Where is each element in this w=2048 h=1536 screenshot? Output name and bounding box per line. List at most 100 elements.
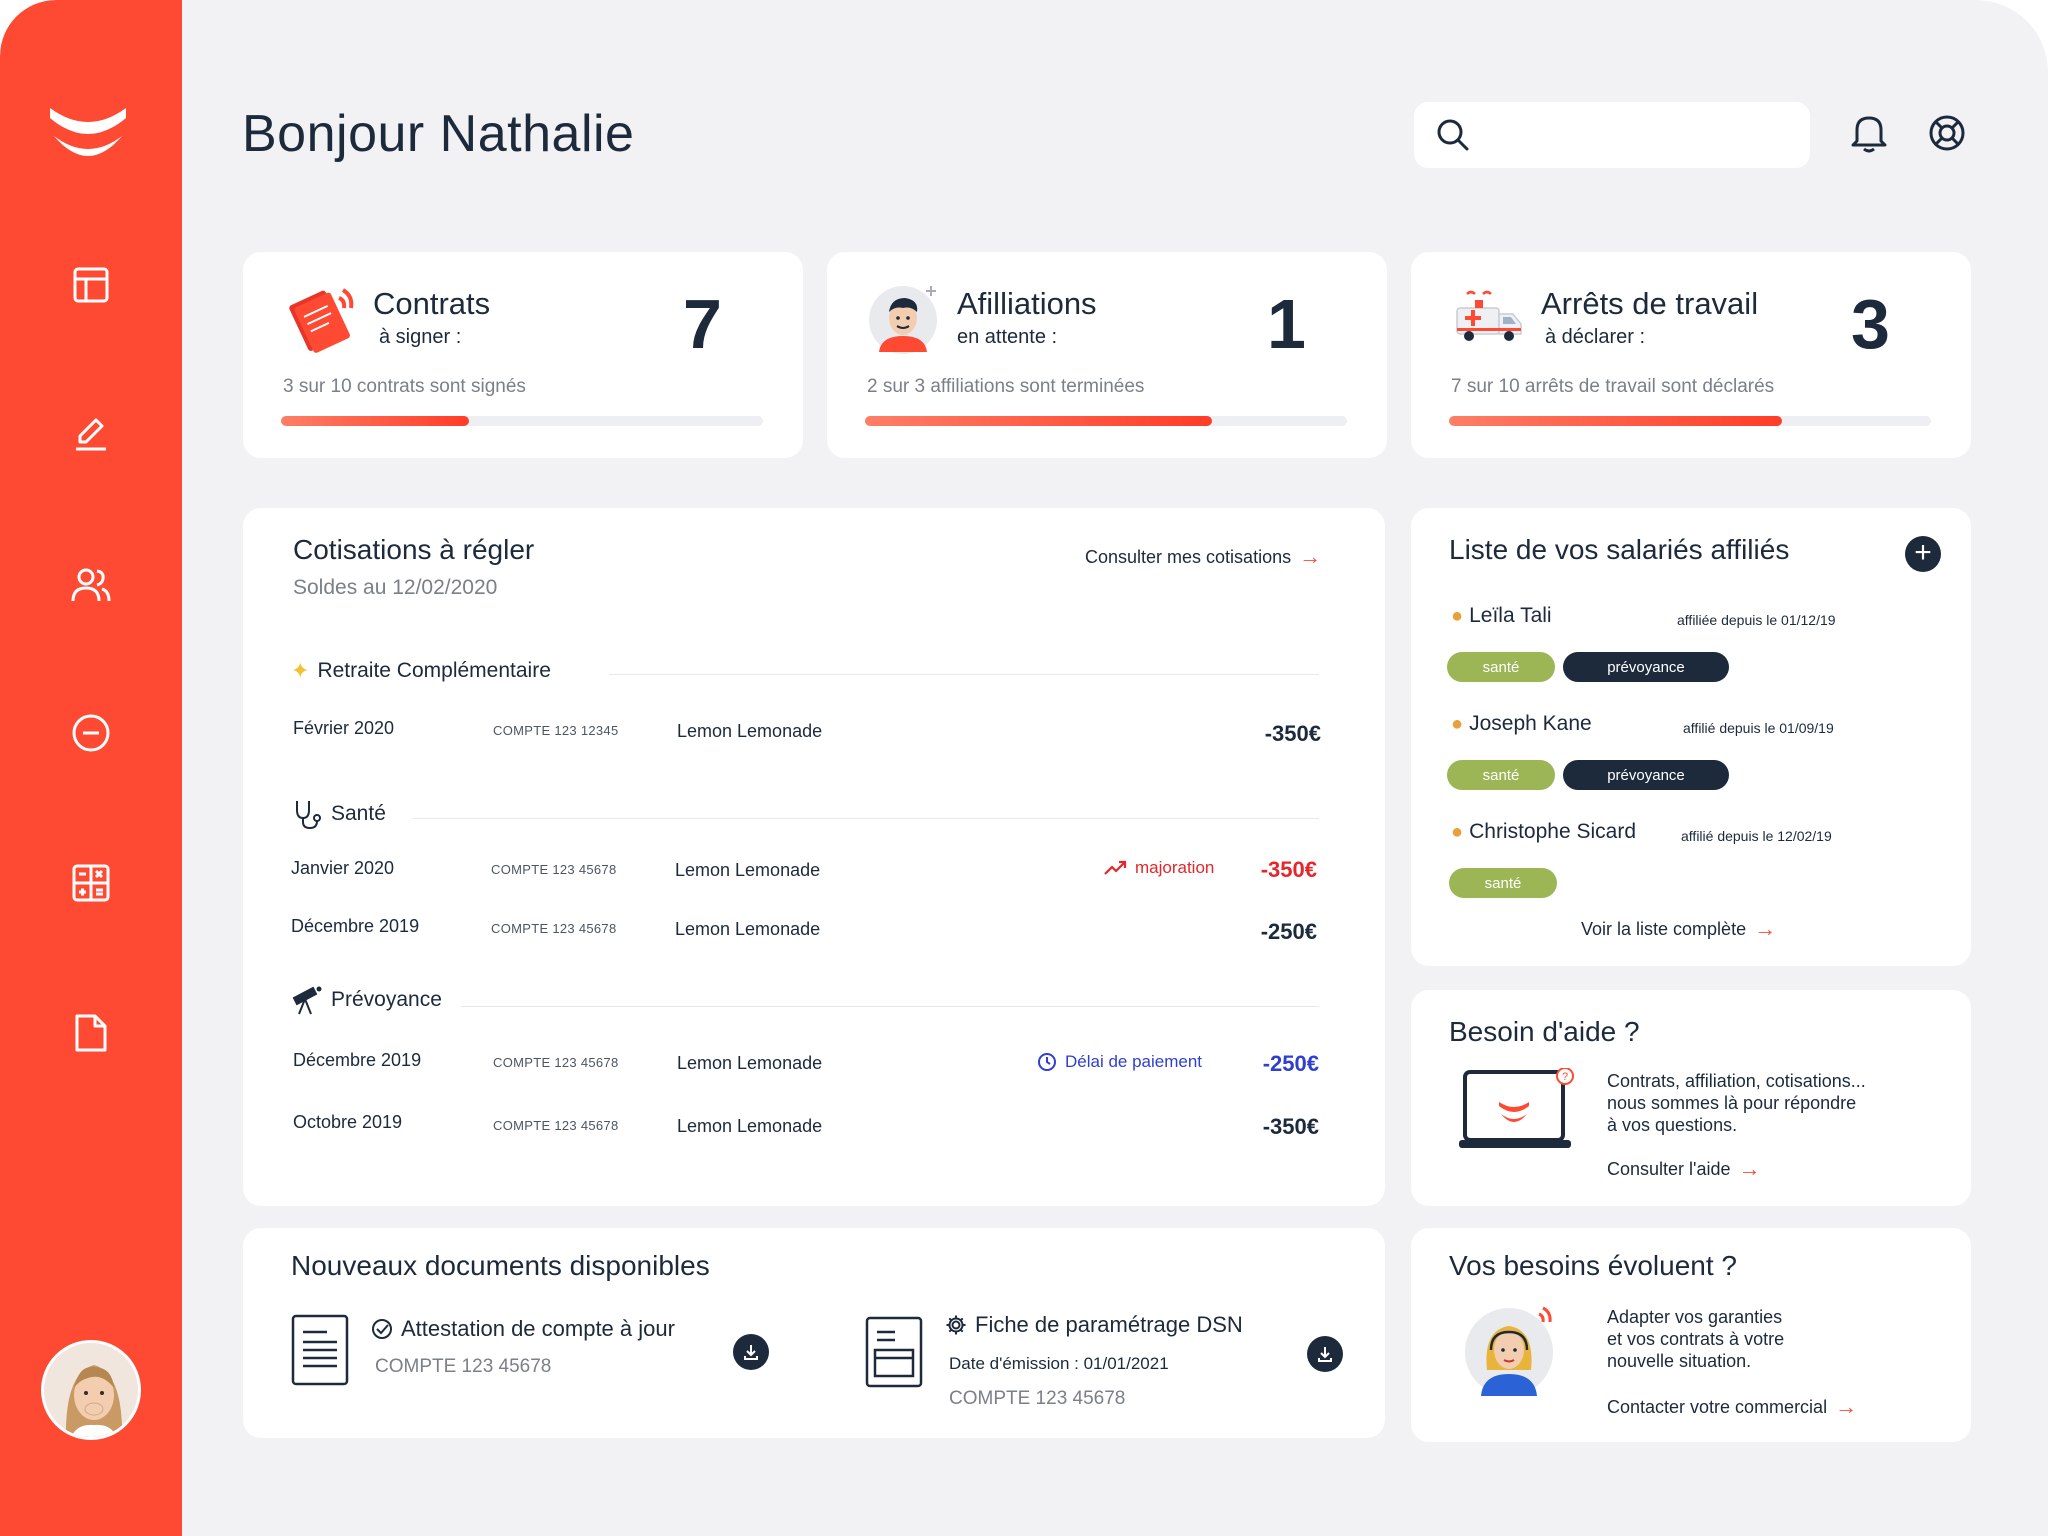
arrow-right-icon: →: [1299, 544, 1322, 569]
nav-users-icon[interactable]: [70, 564, 112, 606]
notification-bell-icon[interactable]: [1848, 112, 1890, 154]
document-icon: [291, 1314, 349, 1386]
search-icon: [1437, 119, 1469, 151]
consulter-cotisations-link[interactable]: Consulter mes cotisations →: [1085, 544, 1321, 570]
laptop-icon: ?: [1459, 1068, 1574, 1148]
progress-fill: [281, 416, 469, 426]
stat-description: 2 sur 3 affiliations sont terminées: [867, 376, 1145, 397]
employee-name-label: Leïla Tali: [1469, 604, 1552, 627]
row-account: COMPTE 123 45678: [493, 1055, 619, 1070]
stat-count: 3: [1851, 285, 1890, 363]
row-date: Janvier 2020: [291, 858, 395, 878]
group-label: Santé: [331, 802, 386, 825]
group-title-retraite: ✦ Retraite Complémentaire: [291, 658, 551, 684]
tag-sante[interactable]: santé: [1447, 760, 1555, 790]
download-icon: [744, 1345, 758, 1360]
nav-calculator-icon[interactable]: [70, 862, 112, 904]
link-label: Consulter l'aide: [1607, 1158, 1731, 1179]
download-icon: [1318, 1347, 1332, 1362]
group-label: Prévoyance: [331, 988, 442, 1011]
stat-card-arrets[interactable]: Arrêts de travail à déclarer : 3 7 sur 1…: [1411, 252, 1971, 458]
nav-edit-icon[interactable]: [70, 412, 112, 454]
consulter-aide-link[interactable]: Consulter l'aide →: [1607, 1156, 1761, 1182]
document-title-label: Attestation de compte à jour: [401, 1316, 675, 1341]
employee-name[interactable]: ● Christophe Sicard: [1451, 820, 1636, 844]
group-title-sante: Santé: [291, 798, 386, 830]
tag-sante[interactable]: santé: [1447, 652, 1555, 682]
svg-text:?: ?: [1562, 1071, 1568, 1083]
row-amount: -350€: [1260, 857, 1317, 882]
nav-document-icon[interactable]: [70, 1012, 112, 1054]
employee-since: affilié depuis le 12/02/19: [1681, 828, 1832, 844]
help-lifebuoy-icon[interactable]: [1926, 112, 1968, 154]
row-account: COMPTE 123 45678: [493, 1118, 619, 1133]
document-account: COMPTE 123 45678: [375, 1356, 552, 1377]
stat-count: 1: [1267, 285, 1306, 363]
majoration-tag: majoration: [1103, 858, 1214, 878]
download-button[interactable]: [733, 1334, 769, 1370]
stat-card-contrats[interactable]: Contrats à signer : 7 3 sur 10 contrats …: [243, 252, 803, 458]
brand-logo: [50, 108, 126, 156]
needs-card: Vos besoins évoluent ? Adapter vos garan…: [1411, 1228, 1971, 1442]
document-account: COMPTE 123 45678: [949, 1388, 1126, 1409]
employee-name[interactable]: ● Joseph Kane: [1451, 712, 1592, 736]
search-bar[interactable]: [1414, 102, 1810, 168]
arrow-right-icon: →: [1738, 1156, 1761, 1181]
contacter-commercial-link[interactable]: Contacter votre commercial →: [1607, 1394, 1857, 1420]
help-text: Contrats, affiliation, cotisations... no…: [1607, 1070, 1866, 1136]
row-account: COMPTE 123 45678: [491, 921, 617, 936]
sidebar: [0, 0, 182, 1536]
employee-name-label: Christophe Sicard: [1469, 820, 1637, 843]
nav-minus-circle-icon[interactable]: [70, 712, 112, 754]
needs-title: Vos besoins évoluent ?: [1449, 1250, 1737, 1281]
add-salarie-button[interactable]: +: [1905, 536, 1941, 572]
row-company: Lemon Lemonade: [677, 721, 823, 741]
employee-since: affiliée depuis le 01/12/19: [1677, 612, 1836, 628]
stethoscope-icon: [296, 801, 321, 830]
nav-dashboard-icon[interactable]: [70, 264, 112, 306]
user-avatar[interactable]: [41, 1340, 141, 1440]
help-line: à vos questions.: [1607, 1115, 1738, 1135]
sparkles-icon: ✦: [291, 658, 310, 683]
stat-description: 3 sur 10 contrats sont signés: [283, 376, 526, 397]
help-line: nous sommes là pour répondre: [1607, 1093, 1857, 1113]
row-date: Décembre 2019: [293, 1050, 422, 1070]
stat-subtitle: à signer :: [379, 326, 462, 348]
employee-name[interactable]: ● Leïla Tali: [1451, 604, 1552, 628]
stat-subtitle: à déclarer :: [1545, 326, 1646, 348]
needs-text: Adapter vos garanties et vos contrats à …: [1607, 1306, 1784, 1372]
contract-document-icon: [289, 288, 354, 353]
document-title[interactable]: Fiche de paramétrage DSN: [945, 1312, 1243, 1338]
employee-since: affilié depuis le 01/09/19: [1683, 720, 1834, 736]
progress-bar: [865, 416, 1347, 426]
help-title: Besoin d'aide ?: [1449, 1016, 1640, 1047]
group-title-prevoyance: Prévoyance: [291, 984, 442, 1016]
salaries-title: Liste de vos salariés affiliés: [1449, 534, 1790, 565]
stat-title: Afilliations: [957, 286, 1097, 321]
needs-line: Adapter vos garanties: [1607, 1307, 1783, 1327]
documents-title: Nouveaux documents disponibles: [291, 1250, 710, 1281]
link-label: Contacter votre commercial: [1607, 1396, 1828, 1417]
document-title[interactable]: Attestation de compte à jour: [371, 1316, 675, 1342]
row-account: COMPTE 123 12345: [493, 723, 619, 738]
commercial-avatar: [1465, 1306, 1553, 1396]
download-button[interactable]: [1307, 1336, 1343, 1372]
link-label: Consulter mes cotisations: [1085, 546, 1292, 567]
row-amount: -350€: [1262, 1114, 1319, 1139]
arrow-right-icon: →: [1835, 1394, 1858, 1419]
search-input[interactable]: [1484, 123, 1784, 147]
divider: [461, 1006, 1319, 1007]
progress-bar: [281, 416, 763, 426]
person-avatar-icon: [869, 286, 937, 354]
cotisations-subtitle: Soldes au 12/02/2020: [293, 576, 498, 599]
voir-liste-link[interactable]: Voir la liste complète →: [1581, 916, 1776, 942]
link-label: Voir la liste complète: [1581, 918, 1747, 939]
tag-sante[interactable]: santé: [1449, 868, 1557, 898]
progress-fill: [865, 416, 1213, 426]
tag-prevoyance[interactable]: prévoyance: [1563, 652, 1729, 682]
tag-prevoyance[interactable]: prévoyance: [1563, 760, 1729, 790]
row-date: Décembre 2019: [291, 916, 420, 936]
row-company: Lemon Lemonade: [677, 1116, 823, 1136]
stat-title: Contrats: [373, 286, 491, 321]
stat-card-affiliations[interactable]: Afilliations en attente : 1 2 sur 3 affi…: [827, 252, 1387, 458]
